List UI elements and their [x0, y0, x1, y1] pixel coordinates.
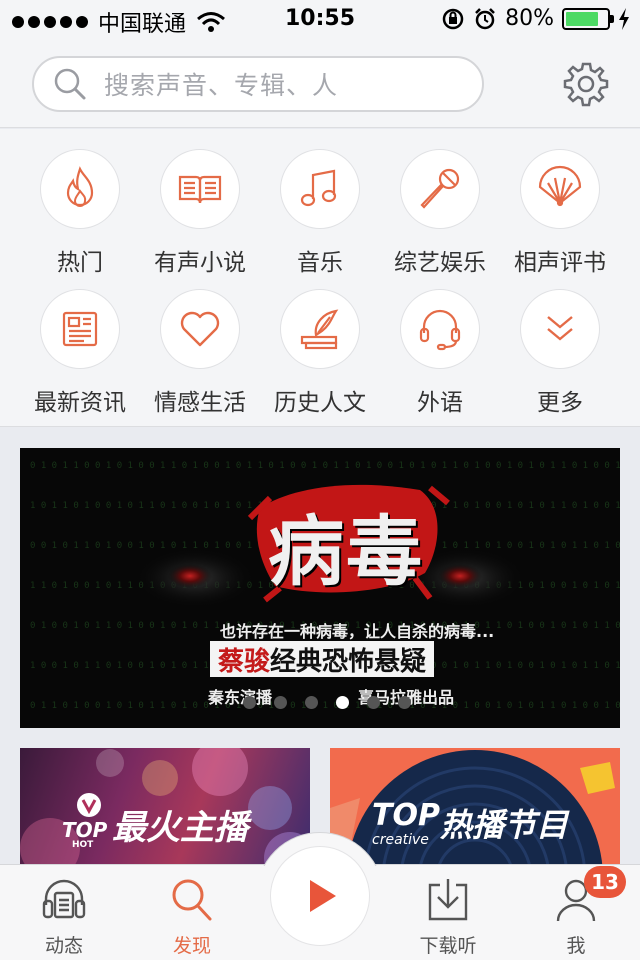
banner-genre: 经典恐怖悬疑 — [270, 646, 427, 677]
battery-fill — [566, 11, 598, 26]
category-icon-circle — [280, 149, 360, 229]
category-language[interactable]: 外语 — [380, 289, 500, 419]
category-label: 热门 — [57, 250, 103, 276]
category-label: 有声小说 — [154, 250, 246, 276]
category-more[interactable]: 更多 — [500, 289, 620, 419]
category-icon-circle — [160, 289, 240, 369]
download-icon — [428, 879, 468, 921]
hot-programs-card[interactable]: TOP creative 热播节目 — [330, 748, 620, 868]
banner-page-indicator[interactable] — [34, 696, 620, 709]
svg-text:0 1 0 1 1 0 0 1 0 1 0 0 1 1 0: 0 1 0 1 1 0 0 1 0 1 0 0 1 1 0 1 0 0 1 0 … — [30, 461, 620, 471]
category-label: 外语 — [417, 390, 463, 416]
category-history[interactable]: 历史人文 — [260, 289, 380, 419]
banner-author: 蔡骏 — [218, 646, 271, 677]
banner-title: 病毒 — [268, 507, 424, 596]
category-label: 情感生活 — [154, 390, 246, 416]
category-label: 综艺娱乐 — [394, 250, 486, 276]
v-badge-icon — [77, 793, 101, 817]
status-bar: 中国联通 10:55 80% — [0, 0, 640, 40]
page-dot[interactable] — [243, 696, 256, 709]
category-icon-circle — [40, 289, 120, 369]
category-icon-circle — [280, 289, 360, 369]
tab-label: 我 — [566, 935, 586, 957]
category-music[interactable]: 音乐 — [260, 149, 380, 279]
settings-gear-icon[interactable] — [562, 60, 610, 108]
page-dot[interactable] — [336, 696, 349, 709]
category-label: 最新资讯 — [34, 390, 126, 416]
category-icon-circle — [160, 149, 240, 229]
banner-headline: 蔡骏 经典恐怖悬疑 — [210, 641, 435, 677]
tab-label: 下载听 — [419, 935, 477, 957]
category-hot[interactable]: 热门 — [20, 149, 140, 279]
category-news[interactable]: 最新资讯 — [20, 289, 140, 419]
hot-badge: HOT — [72, 840, 94, 850]
category-icon-circle — [400, 149, 480, 229]
tab-downloads[interactable]: 下载听 — [384, 865, 512, 960]
card-label: 最火主播 — [112, 808, 248, 848]
page-dot[interactable] — [305, 696, 318, 709]
play-button[interactable] — [270, 846, 370, 946]
top-badge: TOP — [372, 798, 440, 833]
category-emotion[interactable]: 情感生活 — [140, 289, 260, 419]
category-icon-circle — [400, 289, 480, 369]
tab-label: 发现 — [172, 935, 211, 957]
category-crosstalk[interactable]: 相声评书 — [500, 149, 620, 279]
fan-icon — [538, 165, 582, 207]
category-label: 相声评书 — [514, 250, 606, 276]
search-icon — [54, 68, 86, 100]
category-audio-novel[interactable]: 有声小说 — [140, 149, 260, 279]
notification-badge: 13 — [584, 866, 626, 898]
search-icon — [172, 879, 212, 921]
headset-icon — [419, 309, 461, 351]
category-label: 音乐 — [297, 250, 343, 276]
search-placeholder: 搜索声音、专辑、人 — [104, 71, 339, 100]
search-header: 搜索声音、专辑、人 — [0, 40, 640, 128]
orientation-lock-icon — [442, 8, 464, 29]
page-dot[interactable] — [398, 696, 411, 709]
battery-percent: 80% — [505, 6, 554, 31]
quill-book-icon — [300, 309, 339, 350]
category-grid: 热门 有声小说 音乐 综艺娱乐 相声评书 最新资讯 情感生活 历史人文 外语 更… — [0, 129, 640, 427]
play-icon — [310, 880, 336, 912]
category-icon-circle — [520, 149, 600, 229]
tab-label: 动态 — [44, 935, 83, 957]
card-label: 热播节目 — [440, 806, 569, 844]
book-icon — [178, 175, 222, 204]
banner-subtitle: 也许存在一种病毒，让人自杀的病毒... — [220, 622, 495, 641]
newspaper-icon — [62, 311, 98, 347]
page-dot[interactable] — [274, 696, 287, 709]
tab-feed[interactable]: 动态 — [0, 865, 128, 960]
category-icon-circle — [40, 149, 120, 229]
heart-icon — [180, 311, 220, 347]
creative-badge: creative — [372, 832, 429, 848]
category-label: 更多 — [537, 390, 583, 416]
headphones-icon — [42, 879, 86, 919]
tab-discover[interactable]: 发现 — [128, 865, 256, 960]
category-icon-circle — [520, 289, 600, 369]
top-badge: TOP — [62, 818, 108, 842]
status-right: 80% — [441, 6, 630, 31]
microphone-icon — [420, 168, 460, 209]
search-input[interactable]: 搜索声音、专辑、人 — [32, 56, 484, 112]
category-label: 历史人文 — [274, 390, 366, 416]
chevron-double-down-icon — [547, 316, 573, 341]
charging-bolt-icon — [619, 7, 629, 30]
music-note-icon — [300, 169, 337, 207]
alarm-icon — [475, 7, 495, 29]
promo-banner[interactable]: 0 1 0 1 1 0 0 1 0 1 0 0 1 1 0 1 0 0 1 0 … — [20, 448, 620, 728]
category-variety[interactable]: 综艺娱乐 — [380, 149, 500, 279]
battery-icon — [562, 7, 614, 30]
top-anchors-card[interactable]: TOP HOT 最火主播 — [20, 748, 310, 868]
flame-icon — [66, 166, 94, 207]
page-dot[interactable] — [367, 696, 380, 709]
